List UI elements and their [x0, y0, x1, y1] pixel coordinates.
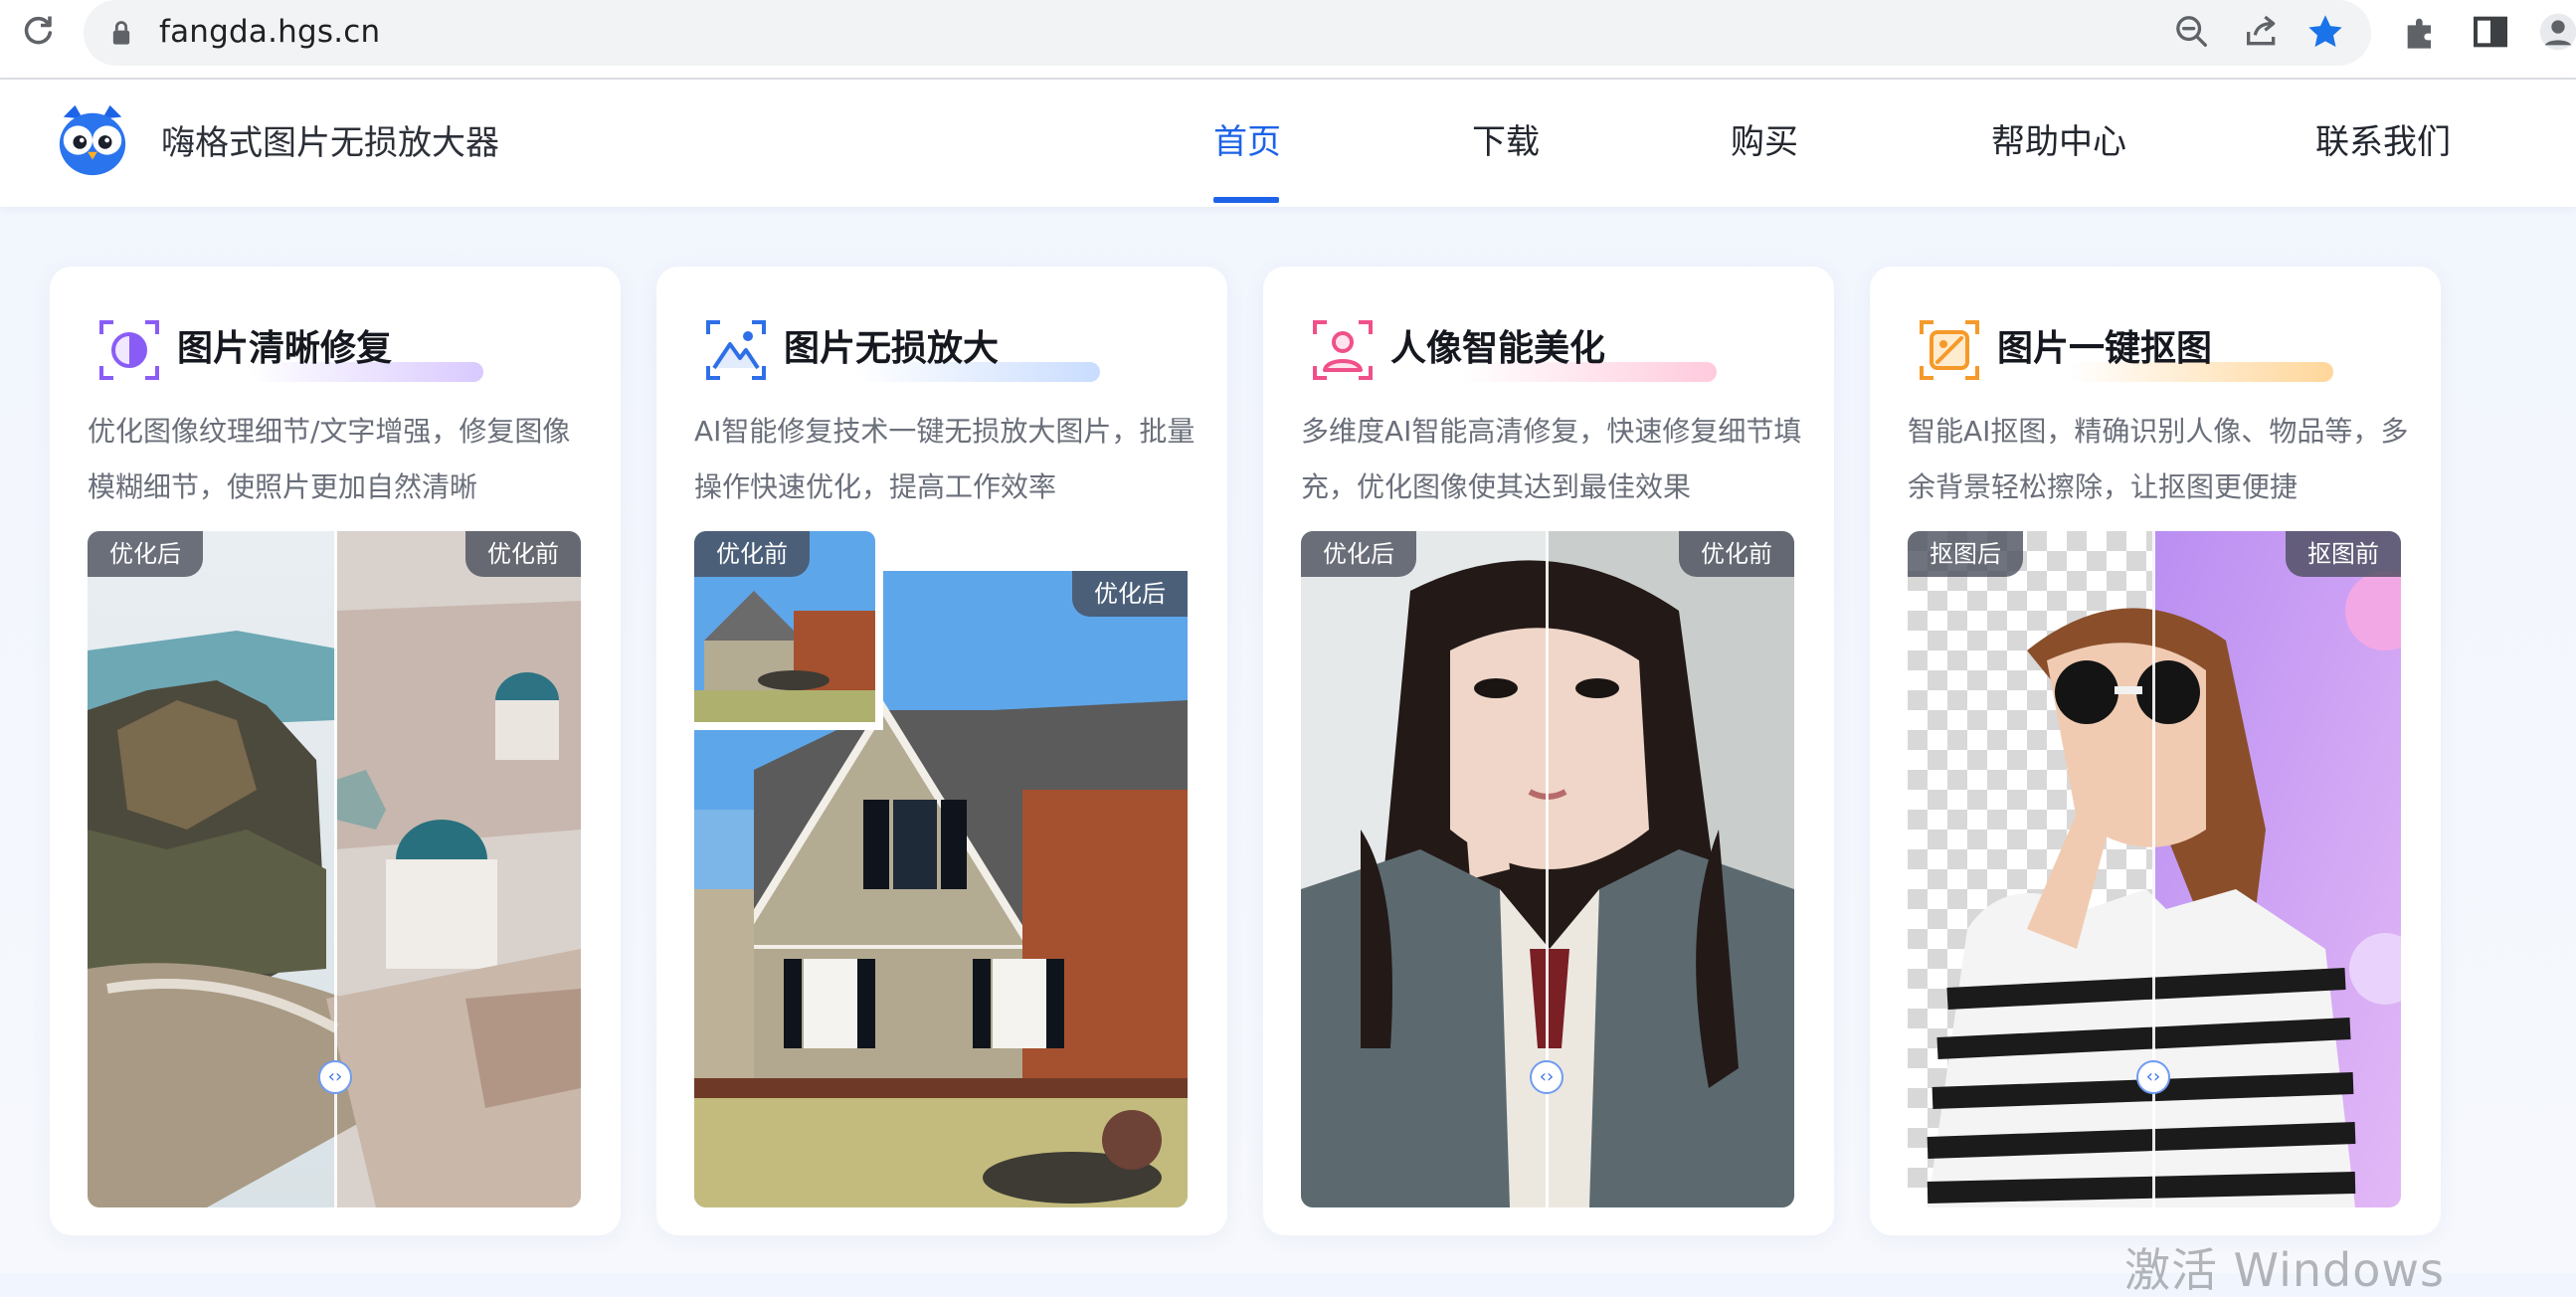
nav-contact-us[interactable]: 联系我们	[2315, 119, 2451, 165]
mountain-image-icon	[706, 320, 766, 380]
nav-download[interactable]: 下载	[1472, 119, 1540, 165]
site-name[interactable]: 嗨格式图片无损放大器	[161, 121, 499, 165]
nav-home[interactable]: 首页	[1213, 119, 1281, 165]
side-panel-icon[interactable]	[2471, 12, 2510, 52]
site-header: 嗨格式图片无损放大器 首页 下载 购买 帮助中心 联系我们	[0, 80, 2576, 207]
feature-card-one-click-cutout[interactable]: 图片一键抠图 智能AI抠图，精确识别人像、物品等，多余背景轻松擦除，让抠图更便捷	[1870, 267, 2441, 1235]
address-bar[interactable]: fangda.hgs.cn	[84, 0, 2371, 66]
before-after-image[interactable]: ‹› 优化后 优化前	[88, 531, 581, 1207]
compare-slider-handle[interactable]: ‹›	[318, 1060, 352, 1094]
after-badge: 优化后	[1301, 531, 1416, 577]
nav-buy[interactable]: 购买	[1731, 119, 1798, 165]
reload-icon[interactable]	[20, 12, 56, 48]
before-badge: 优化前	[694, 531, 810, 577]
after-badge: 抠图后	[1908, 531, 2023, 577]
after-badge: 优化后	[88, 531, 203, 577]
nav-help-center[interactable]: 帮助中心	[1991, 119, 2126, 165]
nav-active-indicator	[1213, 197, 1279, 203]
feature-card-lossless-upscale[interactable]: 图片无损放大 AI智能修复技术一键无损放大图片，批量操作快速优化，提高工作效率	[656, 267, 1227, 1235]
before-after-image[interactable]: 优化前 优化后	[694, 531, 1188, 1207]
after-badge: 优化后	[1072, 571, 1188, 617]
before-after-image[interactable]: ‹› 优化后 优化前	[1301, 531, 1794, 1207]
before-badge: 优化前	[1679, 531, 1794, 577]
house-photo	[694, 531, 1188, 1207]
card-title: 图片一键抠图	[1997, 328, 2213, 369]
card-title: 图片清晰修复	[177, 328, 393, 369]
bookmark-star-icon[interactable]	[2305, 12, 2345, 52]
compare-divider[interactable]	[2152, 531, 2155, 1207]
before-badge: 抠图前	[2286, 531, 2401, 577]
browser-toolbar: fangda.hgs.cn	[0, 0, 2576, 80]
compare-slider-handle[interactable]: ‹›	[1530, 1060, 1564, 1094]
card-description: 优化图像纹理细节/文字增强，修复图像模糊细节，使照片更加自然清晰	[88, 415, 571, 503]
zoom-icon[interactable]	[2172, 12, 2212, 52]
extensions-icon[interactable]	[2401, 12, 2441, 52]
compare-divider[interactable]	[334, 531, 337, 1207]
lock-icon[interactable]	[109, 19, 133, 47]
cutout-icon	[1920, 320, 1979, 380]
windows-activation-watermark: 激活 Windows	[2124, 1243, 2445, 1297]
url-text[interactable]: fangda.hgs.cn	[159, 12, 380, 52]
card-title: 人像智能美化	[1390, 328, 1606, 369]
profile-icon[interactable]	[2538, 12, 2576, 52]
share-icon[interactable]	[2242, 12, 2282, 52]
card-description: AI智能修复技术一键无损放大图片，批量操作快速优化，提高工作效率	[694, 415, 1196, 503]
card-description: 多维度AI智能高清修复，快速修复细节填充，优化图像使其达到最佳效果	[1301, 415, 1802, 503]
compare-divider[interactable]	[1546, 531, 1549, 1207]
compare-slider-handle[interactable]: ‹›	[2136, 1060, 2170, 1094]
before-badge: 优化前	[465, 531, 581, 577]
owl-logo[interactable]	[54, 101, 131, 179]
card-description: 智能AI抠图，精确识别人像、物品等，多余背景轻松擦除，让抠图更便捷	[1908, 415, 2409, 503]
before-after-image[interactable]: ‹› 抠图后 抠图前	[1908, 531, 2401, 1207]
feature-card-clarity-repair[interactable]: 图片清晰修复 优化图像纹理细节/文字增强，修复图像模糊细节，使照片更加自然清晰	[50, 267, 621, 1235]
card-title: 图片无损放大	[784, 328, 1000, 369]
contrast-circle-icon	[99, 320, 159, 380]
portrait-icon	[1313, 320, 1373, 380]
feature-card-portrait-beautify[interactable]: 人像智能美化 多维度AI智能高清修复，快速修复细节填充，优化图像使其达到最佳效果…	[1263, 267, 1834, 1235]
